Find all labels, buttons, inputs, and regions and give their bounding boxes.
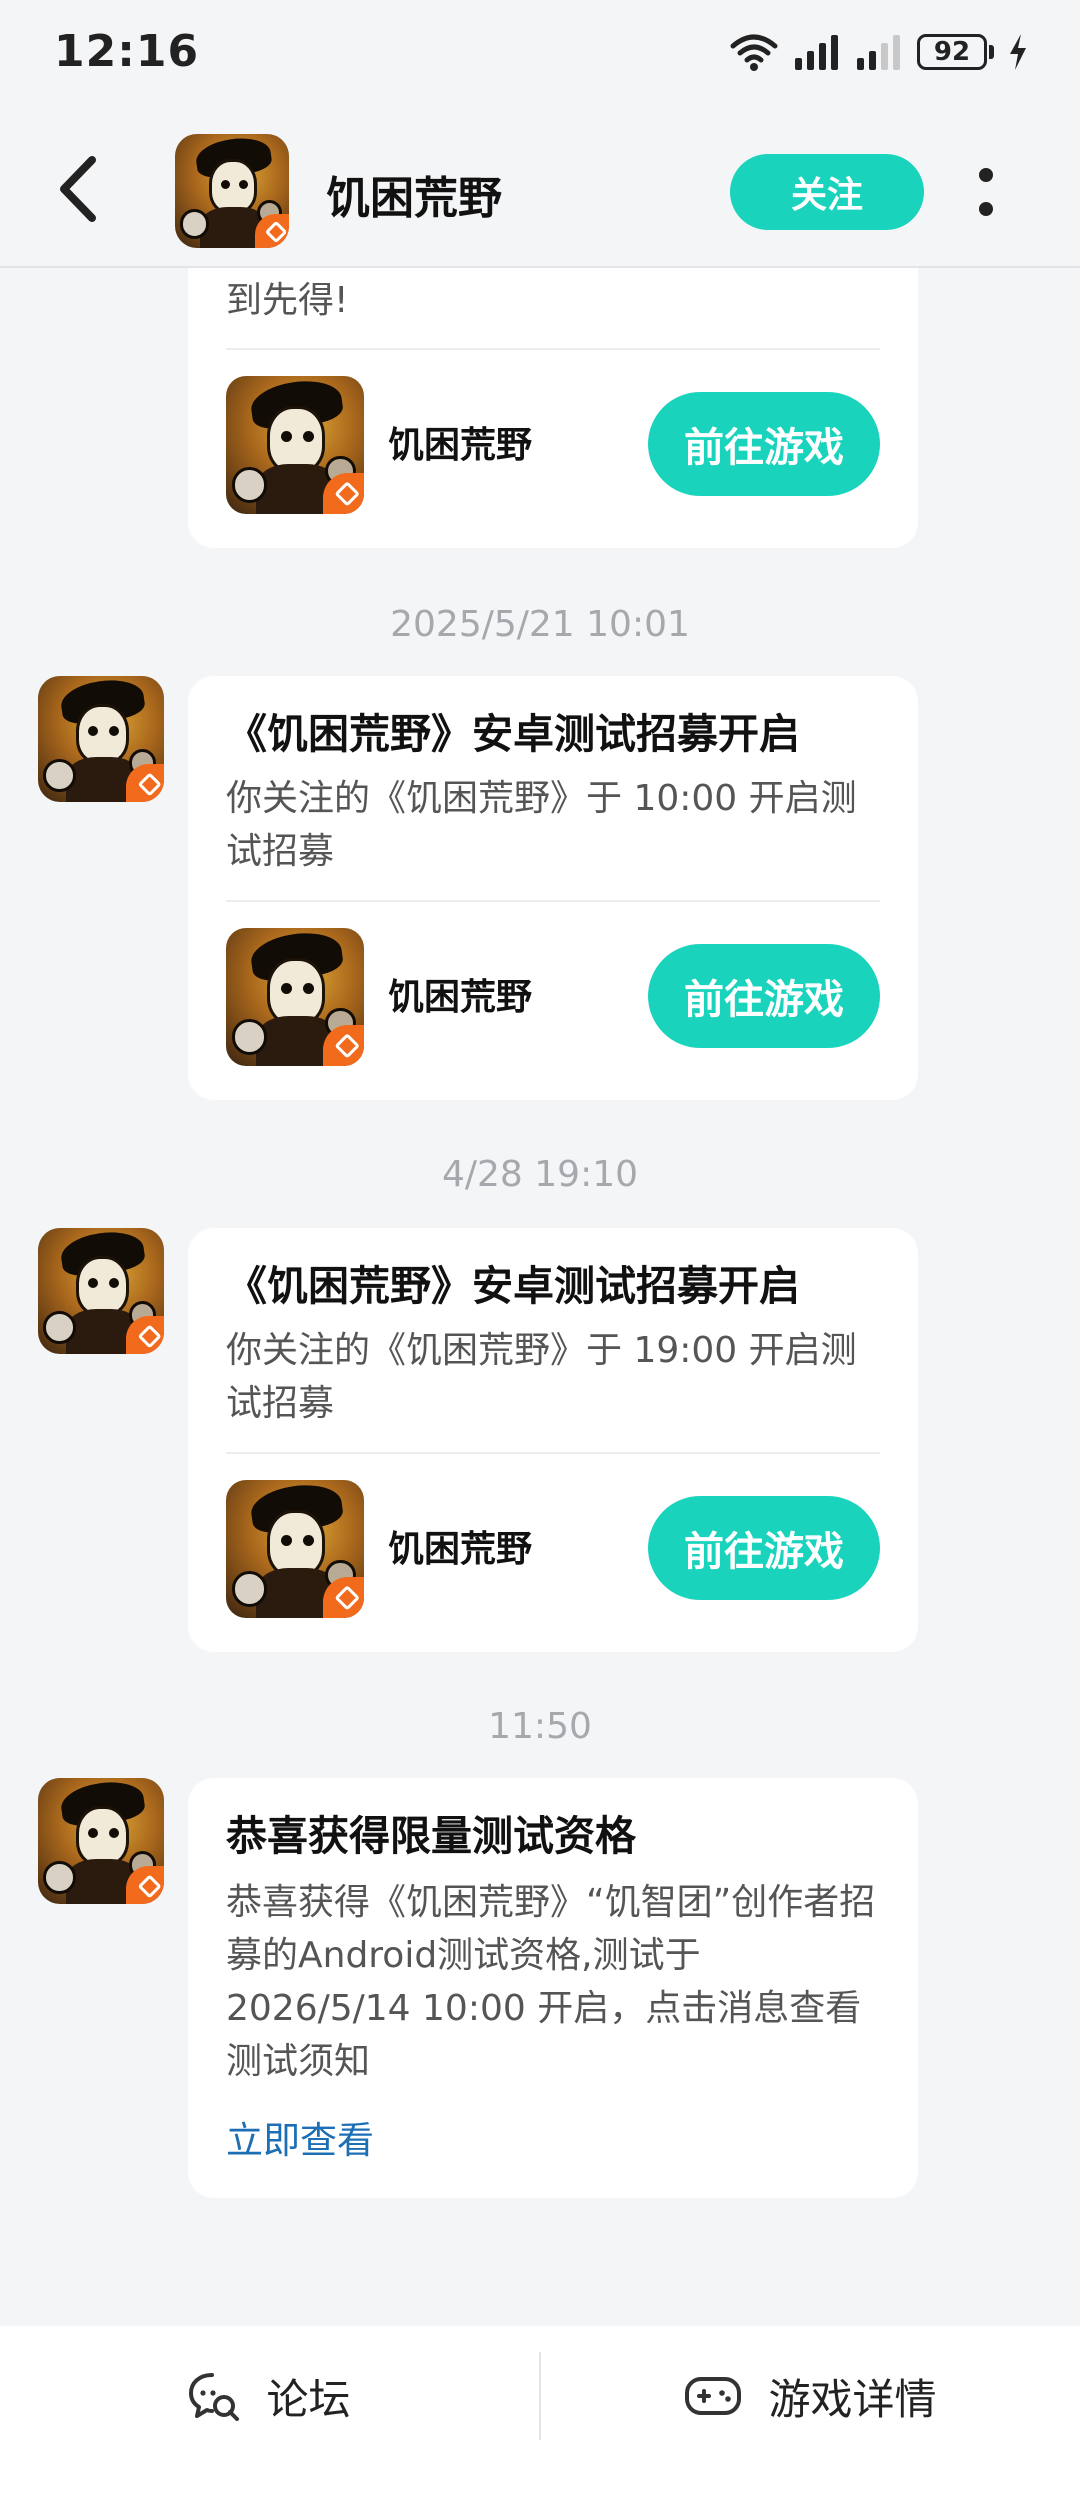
message-body: 到先得!	[226, 280, 349, 321]
go-to-game-button[interactable]: 前往游戏	[648, 944, 880, 1048]
game-details-tab-label: 游戏详情	[768, 2374, 937, 2424]
back-button[interactable]	[58, 154, 118, 224]
battery-level: 92	[917, 34, 987, 70]
game-thumbnail[interactable]	[226, 1480, 364, 1618]
signal-icon	[793, 34, 841, 70]
game-name[interactable]: 饥困荒野	[388, 968, 532, 1020]
top-app-bar: 饥困荒野 关注	[0, 110, 1080, 268]
status-time: 12:16	[54, 26, 200, 77]
message-timestamp: 11:50	[488, 1706, 592, 1747]
game-icon	[38, 676, 164, 802]
message-title: 《饥困荒野》安卓测试招募开启	[226, 1262, 800, 1310]
message-body: 你关注的《饥困荒野》于 10:00 开启测试招募	[226, 778, 857, 872]
bottom-bar: 论坛 游戏详情	[0, 2326, 1080, 2504]
game-icon	[226, 928, 364, 1066]
message-timestamp: 2025/5/21 10:01	[390, 604, 690, 645]
message-body: 恭喜获得《饥困荒野》“饥智团”创作者招募的Android测试资格,测试于2026…	[226, 1882, 876, 2082]
charging-icon	[1008, 33, 1028, 71]
game-row: 饥困荒野 前往游戏	[226, 902, 880, 1076]
game-name[interactable]: 饥困荒野	[388, 416, 532, 468]
message-card[interactable]: 恭喜获得限量测试资格 恭喜获得《饥困荒野》“饥智团”创作者招募的Android测…	[188, 1778, 918, 2198]
go-to-game-button[interactable]: 前往游戏	[648, 392, 880, 496]
forum-icon	[189, 2373, 240, 2421]
wifi-icon	[729, 32, 779, 72]
message-timestamp: 4/28 19:10	[441, 1154, 639, 1195]
forum-tab[interactable]: 论坛	[0, 2326, 539, 2466]
view-now-link[interactable]: 立即查看	[226, 2110, 374, 2164]
gamepad-icon	[685, 2377, 742, 2415]
go-to-game-button[interactable]: 前往游戏	[648, 1496, 880, 1600]
game-icon	[38, 1778, 164, 1904]
forum-tab-label: 论坛	[266, 2374, 351, 2424]
message-title: 恭喜获得限量测试资格	[226, 1812, 636, 1860]
message-card[interactable]: 《饥困荒野》安卓测试招募开启 你关注的《饥困荒野》于 19:00 开启测试招募 …	[188, 1228, 918, 1652]
page-title[interactable]: 饥困荒野	[326, 162, 502, 226]
status-icons: 92	[729, 30, 1028, 74]
message-feed[interactable]: 到先得! 饥困荒野 前往游戏 2025/5/21 10:01 《饥困荒野》安卓测…	[0, 0, 1080, 2320]
sender-avatar[interactable]	[38, 1228, 164, 1354]
sender-avatar[interactable]	[38, 1778, 164, 1904]
battery-icon: 92	[917, 34, 994, 70]
message-card[interactable]: 到先得! 饥困荒野 前往游戏	[188, 230, 918, 548]
game-row: 饥困荒野 前往游戏	[226, 350, 880, 524]
game-icon	[226, 376, 364, 514]
message-card[interactable]: 《饥困荒野》安卓测试招募开启 你关注的《饥困荒野》于 10:00 开启测试招募 …	[188, 676, 918, 1100]
status-bar: 12:16 92	[0, 0, 1080, 110]
follow-button[interactable]: 关注	[730, 154, 924, 230]
game-icon	[226, 1480, 364, 1618]
message-body: 你关注的《饥困荒野》于 19:00 开启测试招募	[226, 1330, 857, 1424]
game-name[interactable]: 饥困荒野	[388, 1520, 532, 1572]
game-thumbnail[interactable]	[226, 928, 364, 1066]
game-icon	[38, 1228, 164, 1354]
game-avatar[interactable]	[175, 134, 289, 248]
chevron-left-icon	[60, 156, 96, 222]
signal-icon-secondary	[855, 34, 903, 70]
game-thumbnail[interactable]	[226, 376, 364, 514]
game-details-tab[interactable]: 游戏详情	[541, 2326, 1080, 2466]
game-row: 饥困荒野 前往游戏	[226, 1454, 880, 1628]
game-icon	[175, 134, 289, 248]
more-options-icon[interactable]	[974, 168, 998, 216]
sender-avatar[interactable]	[38, 676, 164, 802]
message-title: 《饥困荒野》安卓测试招募开启	[226, 710, 800, 758]
